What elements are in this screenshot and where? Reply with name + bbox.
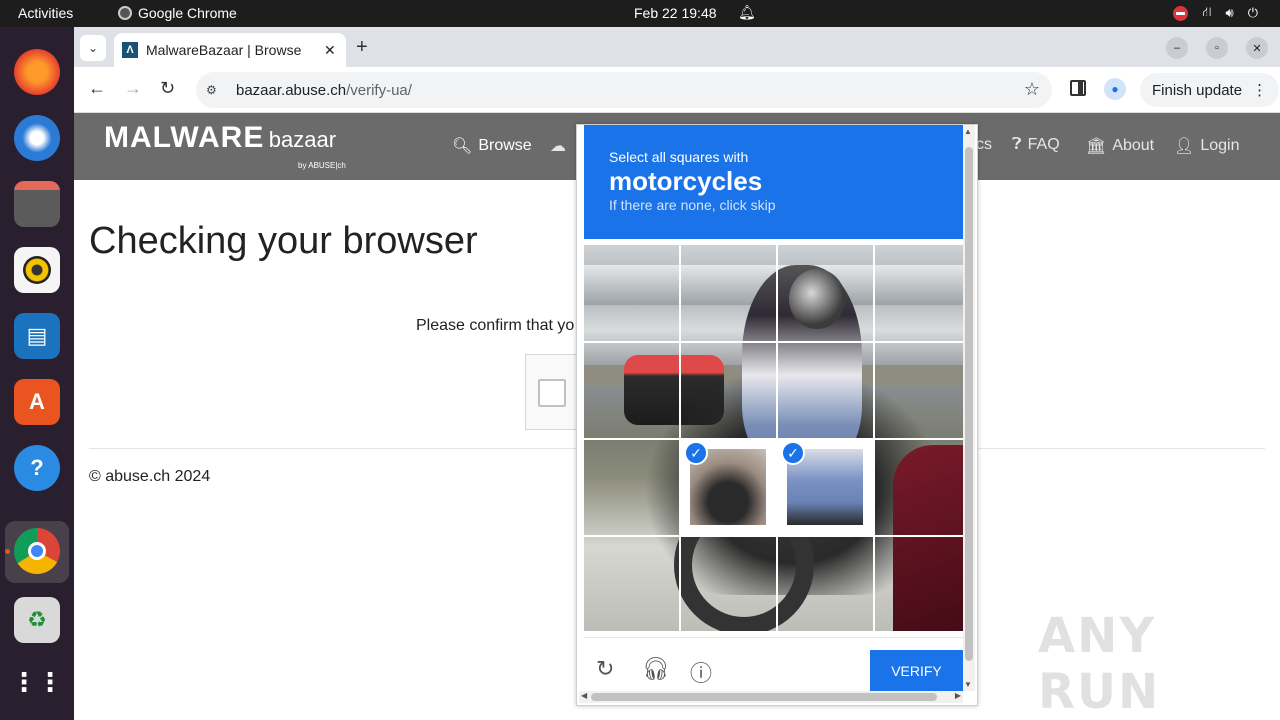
nav-about[interactable]: 🏛︎ About [1086,136,1154,156]
captcha-footer: ↻ 🎧︎ ⓘ VERIFY [584,637,963,693]
nav-faq[interactable]: ❓︎ FAQ [1012,136,1060,154]
tab-title: MalwareBazaar | Browse [146,42,302,58]
forward-button[interactable]: → [124,78,142,99]
captcha-image-grid: ✓ ✓ [584,245,963,631]
finish-update-button[interactable]: Finish update ⋮ [1140,73,1280,107]
nav-login[interactable]: 👤︎ Login [1174,136,1239,156]
system-tray[interactable]: ⛙ 🔊︎ ⏻ [1173,4,1258,22]
nav-statistics-partial[interactable]: cs [976,136,992,154]
page-title: Checking your browser [89,220,478,262]
malwarebazaar-favicon-icon: Λ [122,42,138,58]
close-window-button[interactable]: ✕ [1246,37,1268,59]
captcha-challenge-popup: Select all squares with motorcycles If t… [576,124,978,706]
bell-icon[interactable]: 🔔︎ [738,4,756,21]
selected-check-icon: ✓ [684,441,708,465]
do-not-disturb-icon[interactable] [1173,5,1189,21]
captcha-checkbox[interactable] [538,379,566,407]
dock: ▤ A ? ♻ ⋮⋮ [0,27,74,720]
power-icon: ⏻ [1247,5,1258,20]
finish-update-label: Finish update [1152,81,1243,99]
bookmark-star-icon[interactable]: ☆ [1024,79,1040,100]
nav-upload-partial[interactable]: ☁ [550,136,566,156]
scroll-left-arrow-icon[interactable]: ◀ [581,691,587,700]
captcha-hint: If there are none, click skip [609,197,776,213]
confirm-text: Please confirm that yo [416,317,575,334]
tab-strip: ⌄ Λ MalwareBazaar | Browse ✕ + – ▫ ✕ [74,27,1280,67]
scroll-down-arrow-icon[interactable]: ▼ [964,680,972,689]
captcha-instruction: Select all squares with [609,149,749,165]
vertical-scroll-thumb[interactable] [965,147,973,661]
tab-malwarebazaar[interactable]: Λ MalwareBazaar | Browse ✕ [114,33,346,67]
anyrun-watermark: ANY RUN [1038,608,1161,720]
nav-browse[interactable]: 🔍︎ Browse [452,136,532,156]
reload-button[interactable]: ↻ [160,78,175,99]
horizontal-scroll-thumb[interactable] [591,693,937,701]
dock-running-indicator [5,549,10,554]
close-tab-icon[interactable]: ✕ [324,42,336,59]
reload-challenge-icon[interactable]: ↻ [596,656,614,682]
building-icon: 🏛︎ [1086,138,1107,155]
writer-icon[interactable]: ▤ [14,313,60,359]
maximize-button[interactable]: ▫ [1206,37,1228,59]
audio-challenge-icon[interactable]: 🎧︎ [642,656,670,682]
new-tab-button[interactable]: + [356,36,368,59]
help-icon[interactable]: ? [14,445,60,491]
url-path: /verify-ua/ [346,81,412,99]
active-app-name: Google Chrome [138,5,237,21]
app-grid-icon[interactable]: ⋮⋮ [11,659,63,705]
side-panel-icon[interactable] [1070,80,1086,96]
site-info-icon[interactable]: ⚙ [206,83,222,97]
search-icon: 🔍︎ [452,138,473,155]
chrome-icon[interactable] [14,528,60,574]
footer-copyright: © abuse.ch 2024 [89,468,211,485]
browser-toolbar: ← → ↻ ⚙ bazaar.abuse.ch/verify-ua/ ☆ ● F… [74,67,1280,113]
trash-icon[interactable]: ♻ [14,597,60,643]
vertical-scrollbar[interactable]: ▲ ▼ [963,125,975,691]
more-menu-icon[interactable]: ⋮ [1252,81,1267,99]
back-button[interactable]: ← [88,78,106,99]
volume-icon: 🔊︎ [1225,5,1234,20]
files-icon[interactable] [14,181,60,227]
scroll-up-arrow-icon[interactable]: ▲ [964,127,972,136]
address-bar[interactable]: ⚙ bazaar.abuse.ch/verify-ua/ ☆ [196,72,1052,108]
activities-button[interactable]: Activities [18,5,73,21]
scroll-right-arrow-icon[interactable]: ▶ [955,691,961,700]
thunderbird-icon[interactable] [14,115,60,161]
captcha-header: Select all squares with motorcycles If t… [584,125,963,239]
gnome-top-bar: Activities Google Chrome Feb 22 19:48 🔔︎… [0,0,1280,27]
tab-search-button[interactable]: ⌄ [80,35,106,61]
app-center-icon[interactable]: A [14,379,60,425]
info-icon[interactable]: ⓘ [690,656,712,688]
horizontal-scrollbar[interactable]: ◀ ▶ [579,691,963,703]
minimize-button[interactable]: – [1166,37,1188,59]
image-car [893,445,963,631]
chrome-small-icon [118,6,132,20]
question-icon: ❓︎ [1012,136,1022,153]
cloud-upload-icon: ☁ [550,138,566,155]
rhythmbox-icon[interactable] [14,247,60,293]
grid-line [584,535,963,537]
captcha-target: motorcycles [609,166,763,196]
profile-avatar-icon[interactable]: ● [1104,78,1126,100]
grid-line [584,341,963,343]
verify-button[interactable]: VERIFY [870,650,963,691]
url-host: bazaar.abuse.ch [236,81,347,99]
malwarebazaar-logo[interactable]: MALWARE bazaar by ABUSE|ch [104,121,346,170]
firefox-icon[interactable] [14,49,60,95]
image-helmet [789,269,845,329]
selected-check-icon: ✓ [781,441,805,465]
active-app-menu[interactable]: Google Chrome [118,5,237,21]
network-icon: ⛙ [1202,4,1212,19]
grid-line [584,438,963,440]
clock[interactable]: Feb 22 19:48 [634,5,717,21]
user-icon: 👤︎ [1174,138,1195,155]
